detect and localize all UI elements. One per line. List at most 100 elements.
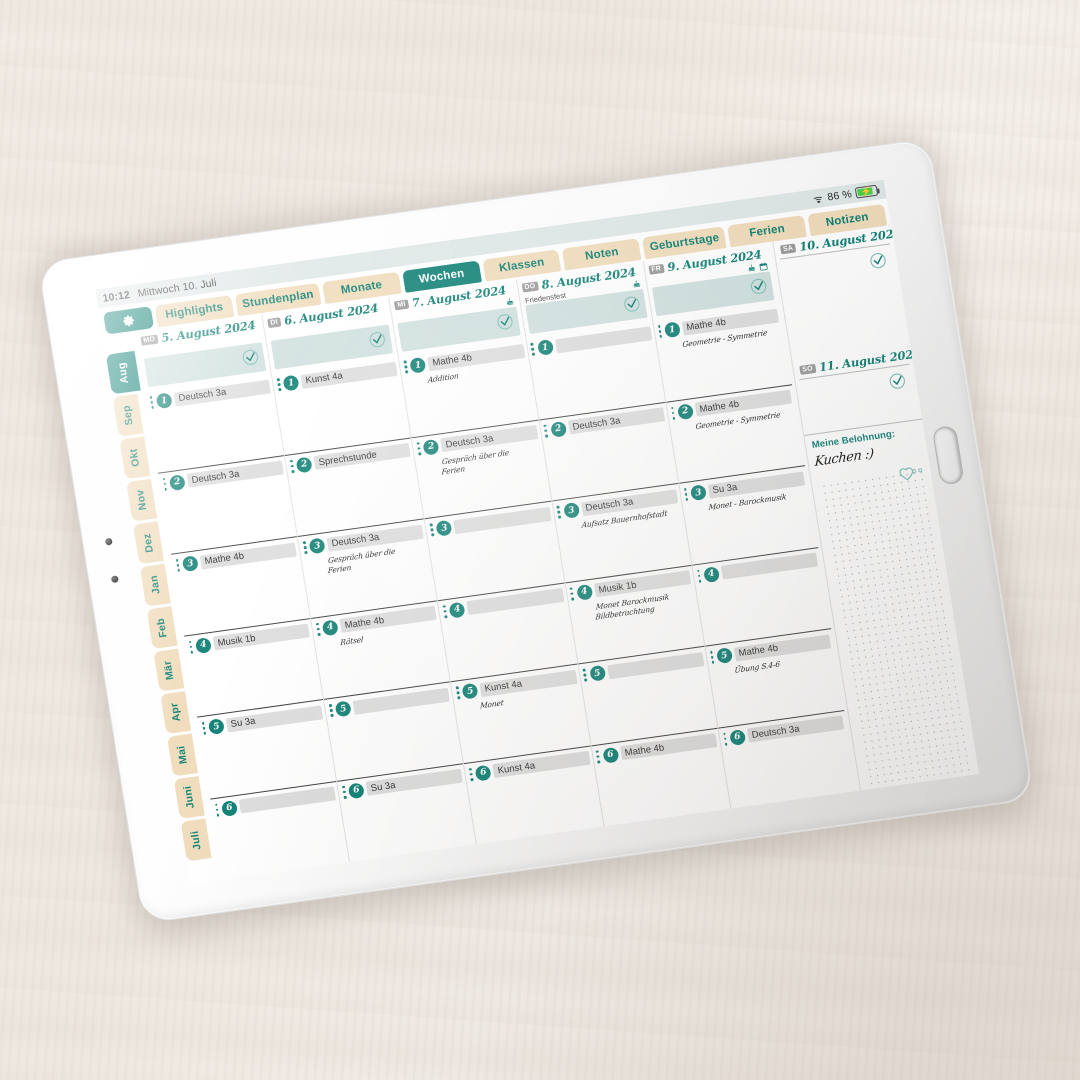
lesson-menu-button[interactable] xyxy=(162,477,168,491)
planner-body: Aug Sep Okt Nov Dez Jan Feb Mär Apr Mai Juni Juli M… xyxy=(103,225,980,884)
lesson-menu-button[interactable] xyxy=(582,668,588,682)
month-tab-apr[interactable]: Apr xyxy=(160,691,192,735)
lesson-menu-button[interactable] xyxy=(468,767,474,781)
status-time: 10:12 xyxy=(101,288,131,305)
lesson-number: 1 xyxy=(282,374,300,392)
event-check-button[interactable] xyxy=(241,348,261,367)
lesson-menu-button[interactable] xyxy=(569,587,575,601)
day-of-week-badge: DI xyxy=(267,316,281,328)
month-tab-dez[interactable]: Dez xyxy=(132,521,165,565)
day-of-week-badge: FR xyxy=(648,263,665,275)
tablet-device: 10:12 Mittwoch 10. Juli 86 % ⚡ Highlight… xyxy=(32,133,1041,939)
lesson-menu-button[interactable] xyxy=(595,749,601,764)
month-tab-mär[interactable]: Mär xyxy=(153,648,185,692)
lesson-menu-button[interactable] xyxy=(315,622,321,636)
event-check-button[interactable] xyxy=(749,277,769,296)
lesson-number: 4 xyxy=(575,583,593,601)
lesson-number: 1 xyxy=(663,321,681,339)
weekend-entry-area[interactable] xyxy=(780,243,907,362)
day-of-week-badge: SA xyxy=(779,242,797,254)
lesson-number: 5 xyxy=(715,647,734,665)
lesson-menu-button[interactable] xyxy=(188,640,194,654)
lesson-menu-button[interactable] xyxy=(722,732,728,746)
cake-icon xyxy=(506,298,514,306)
lesson-number: 6 xyxy=(220,799,239,817)
month-tab-feb[interactable]: Feb xyxy=(146,606,178,650)
weekend-block-so: SO 11. August 2024 xyxy=(792,345,922,433)
lesson-row[interactable]: 6 Deutsch 3a xyxy=(718,709,858,809)
check-circle-icon xyxy=(623,296,640,312)
gear-icon xyxy=(122,314,134,326)
cake-icon xyxy=(748,264,756,272)
month-tab-mai[interactable]: Mai xyxy=(166,733,199,777)
lesson-menu-button[interactable] xyxy=(328,703,334,718)
tablet-body: 10:12 Mittwoch 10. Juli 86 % ⚡ Highlight… xyxy=(37,137,1035,925)
lesson-number: 2 xyxy=(295,455,313,473)
lesson-number: 6 xyxy=(474,764,493,781)
lesson-menu-button[interactable] xyxy=(683,487,689,502)
lesson-menu-button[interactable] xyxy=(403,360,409,374)
lesson-row[interactable]: 6 Mathe 4b xyxy=(591,727,731,827)
lesson-number: 3 xyxy=(562,501,580,519)
lesson-number: 5 xyxy=(588,664,607,682)
lesson-menu-button[interactable] xyxy=(149,395,155,410)
lesson-number: 4 xyxy=(448,601,466,619)
check-circle-icon xyxy=(496,314,513,330)
month-tab-juli[interactable]: Juli xyxy=(180,818,212,862)
home-button[interactable] xyxy=(931,424,965,486)
lesson-menu-button[interactable] xyxy=(696,569,702,583)
event-check-button[interactable] xyxy=(495,312,515,331)
lesson-number: 2 xyxy=(549,420,567,438)
lesson-menu-button[interactable] xyxy=(302,541,308,555)
lesson-number: 3 xyxy=(689,484,707,502)
event-icons[interactable] xyxy=(504,297,514,307)
lesson-number: 4 xyxy=(702,565,720,583)
day-of-week-badge: MI xyxy=(394,299,409,310)
event-icons[interactable] xyxy=(631,279,641,289)
lesson-row[interactable]: 6 Kunst 4a xyxy=(464,745,604,845)
lesson-row[interactable]: 6 Su 3a xyxy=(337,762,477,862)
calendar-icon xyxy=(759,262,768,271)
lesson-number: 5 xyxy=(334,700,353,718)
week-grid: MO 5. August 2024 1 Deutsch 3a 2 Deutsch 3a 3 M… xyxy=(133,242,860,880)
lesson-menu-button[interactable] xyxy=(530,342,536,356)
lesson-menu-button[interactable] xyxy=(556,505,562,519)
wifi-icon xyxy=(812,193,825,204)
lesson-menu-button[interactable] xyxy=(416,441,422,456)
lesson-number: 3 xyxy=(308,537,326,555)
event-check-button[interactable] xyxy=(622,295,642,314)
lesson-number: 1 xyxy=(155,392,173,410)
weekend-check-button[interactable] xyxy=(868,251,888,270)
lesson-menu-button[interactable] xyxy=(214,803,220,817)
weekend-check-button[interactable] xyxy=(888,372,908,391)
lesson-row[interactable]: 6 xyxy=(210,780,350,880)
lesson-number: 3 xyxy=(435,519,453,537)
lesson-menu-button[interactable] xyxy=(442,604,448,618)
month-tab-nov[interactable]: Nov xyxy=(126,478,158,522)
month-tab-jan[interactable]: Jan xyxy=(139,563,171,607)
event-check-button[interactable] xyxy=(368,330,388,349)
lesson-menu-button[interactable] xyxy=(429,523,435,537)
scene: 10:12 Mittwoch 10. Juli 86 % ⚡ Highlight… xyxy=(0,0,1080,1080)
lesson-number: 5 xyxy=(461,682,480,700)
lesson-menu-button[interactable] xyxy=(709,650,715,664)
month-tab-okt[interactable]: Okt xyxy=(119,436,151,480)
lesson-menu-button[interactable] xyxy=(341,785,347,799)
month-tab-aug[interactable]: Aug xyxy=(105,350,141,395)
lesson-menu-button[interactable] xyxy=(175,558,181,572)
lesson-menu-button[interactable] xyxy=(289,459,295,473)
month-tab-juni[interactable]: Juni xyxy=(173,775,205,819)
lesson-menu-button[interactable] xyxy=(201,721,207,735)
lesson-menu-button[interactable] xyxy=(276,378,282,392)
lesson-menu-button[interactable] xyxy=(543,424,549,438)
lesson-number: 5 xyxy=(207,718,226,735)
lesson-menu-button[interactable] xyxy=(670,406,676,420)
lesson-menu-button[interactable] xyxy=(657,324,663,339)
month-tab-sep[interactable]: Sep xyxy=(112,393,144,437)
check-circle-icon xyxy=(369,331,386,348)
lesson-number: 1 xyxy=(536,339,554,356)
front-camera-icon xyxy=(104,537,113,546)
check-circle-icon xyxy=(750,278,767,295)
lesson-number: 2 xyxy=(676,402,694,420)
lesson-menu-button[interactable] xyxy=(455,686,461,700)
